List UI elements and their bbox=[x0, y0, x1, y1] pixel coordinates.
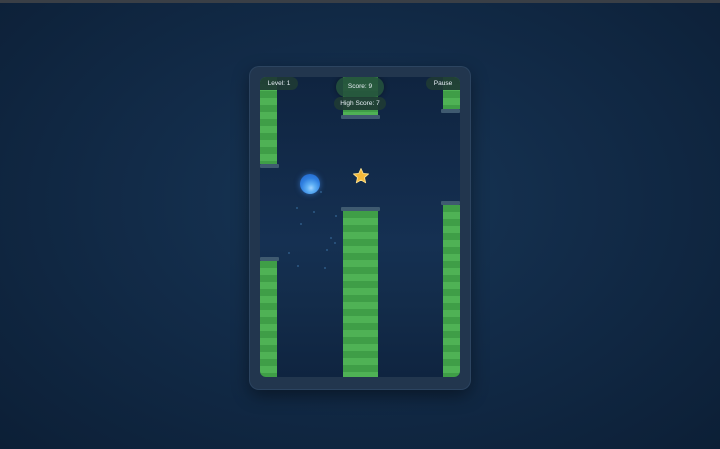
pipe-left-top bbox=[260, 77, 277, 164]
game-canvas[interactable]: Level: 1 Score: 9 High Score: 7 Pause bbox=[260, 77, 460, 377]
high-score-display: High Score: 7 bbox=[334, 97, 386, 110]
pipe-middle-bottom bbox=[343, 211, 378, 377]
trail-particle bbox=[297, 265, 299, 267]
level-indicator: Level: 1 bbox=[260, 77, 298, 90]
trail-particle bbox=[296, 207, 298, 209]
window-top-bar bbox=[0, 0, 720, 3]
trail-particle bbox=[300, 223, 302, 225]
pipe-middle-top-cap bbox=[341, 115, 380, 119]
game-device-frame: Level: 1 Score: 9 High Score: 7 Pause bbox=[250, 67, 470, 389]
trail-particle bbox=[334, 242, 336, 244]
pipe-left-top-cap bbox=[260, 164, 279, 168]
pause-button[interactable]: Pause bbox=[426, 77, 460, 90]
trail-particle bbox=[288, 252, 290, 254]
trail-particle bbox=[324, 267, 326, 269]
player-ball bbox=[300, 174, 320, 194]
pipe-left-bottom bbox=[260, 261, 277, 377]
trail-particle bbox=[335, 215, 337, 217]
trail-particle bbox=[313, 211, 315, 213]
pipe-right-top-cap bbox=[441, 109, 460, 113]
trail-particle bbox=[330, 237, 332, 239]
trail-particle bbox=[320, 191, 322, 193]
pipe-right-bottom bbox=[443, 205, 460, 377]
trail-particle bbox=[326, 249, 328, 251]
star-icon bbox=[353, 168, 369, 184]
score-display: Score: 9 bbox=[336, 77, 384, 97]
